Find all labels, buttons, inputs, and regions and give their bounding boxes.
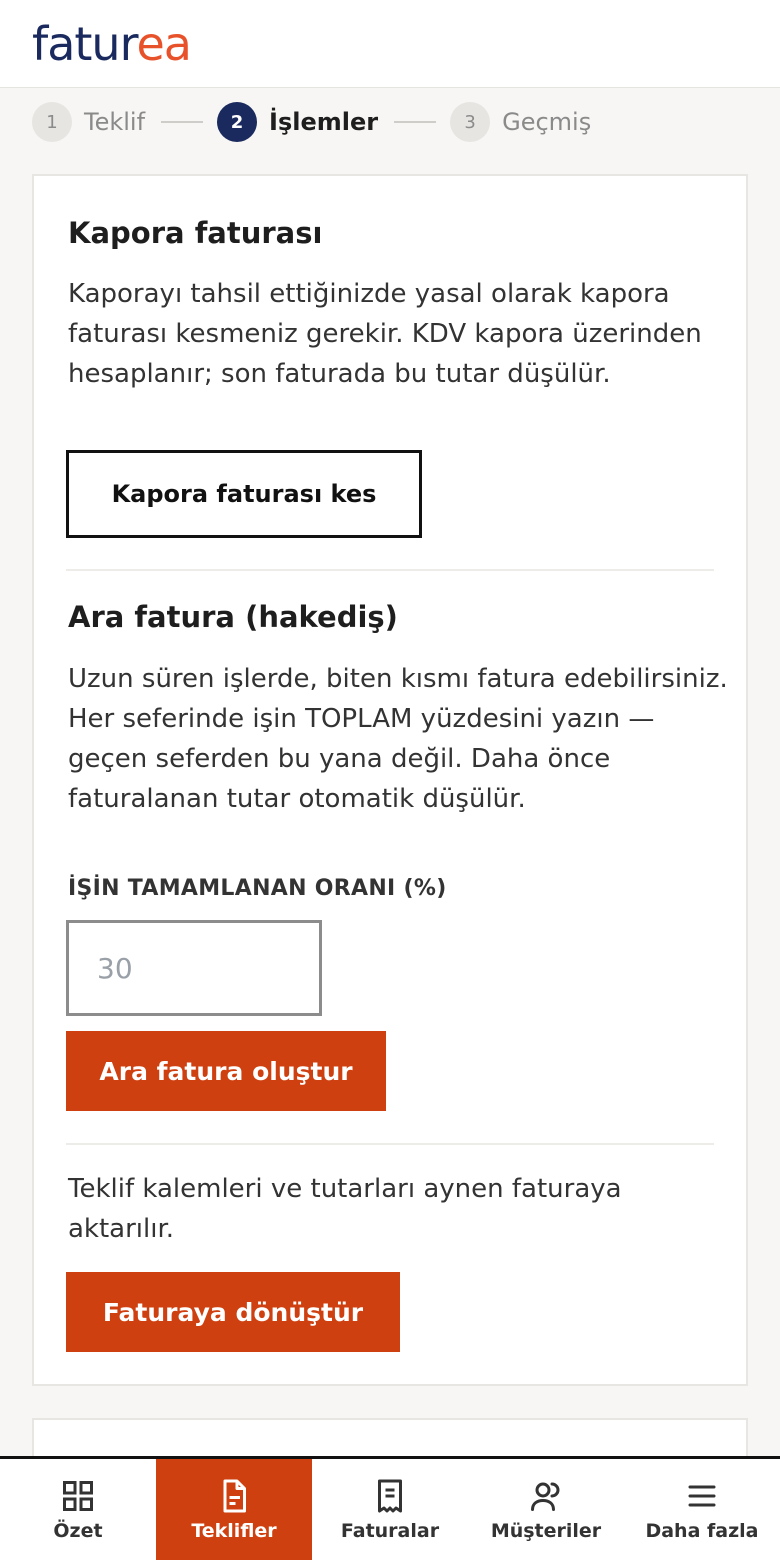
section-divider [66,1143,714,1145]
logo-part-2: ea [136,17,191,71]
section-divider [66,569,714,571]
progress-stepper: 1 Teklif 2 İşlemler 3 Geçmiş [32,101,591,143]
step-label: İşlemler [269,108,379,136]
actions-card: Kapora faturası Kaporayı tahsil ettiğini… [32,174,748,1386]
step-number: 3 [450,102,491,142]
completion-rate-label: İŞİN TAMAMLANAN ORANI (%) [68,876,447,901]
step-connector [161,121,204,123]
bottom-navigation: Özet Teklifler Faturalar Müşteriler Daha… [0,1456,780,1560]
logo-part-1: fatur [32,17,137,71]
menu-icon [688,1485,716,1506]
convert-description: Teklif kalemleri ve tutarları aynen fatu… [68,1174,622,1244]
create-interim-invoice-button[interactable]: Ara fatura oluştur [66,1031,386,1111]
nav-label: Müşteriler [490,1519,602,1542]
ara-fatura-description: Uzun süren işlerde, biten kısmı fatura e… [68,664,728,814]
nav-teklifler[interactable]: Teklifler [156,1459,312,1560]
users-icon [531,1482,560,1511]
faturea-logo[interactable]: faturea [32,14,192,74]
document-icon [223,1479,246,1512]
app-header: faturea [0,0,780,88]
receipt-icon [378,1479,402,1512]
nav-label: Özet [53,1519,103,1542]
nav-daha-fazla[interactable]: Daha fazla [624,1459,780,1560]
step-connector [394,121,437,123]
kapora-description: Kaporayı tahsil ettiğinizde yasal olarak… [68,279,702,389]
kapora-invoice-button[interactable]: Kapora faturası kes [66,450,422,538]
nav-label: Teklifler [191,1519,277,1542]
grid-icon [63,1480,93,1511]
step-islemler[interactable]: 2 İşlemler [217,102,378,142]
step-number: 2 [217,102,258,142]
step-label: Geçmiş [502,108,592,136]
nav-ozet[interactable]: Özet [0,1459,156,1560]
nav-label: Daha fazla [645,1519,759,1542]
step-label: Teklif [84,108,146,136]
nav-musteriler[interactable]: Müşteriler [468,1459,624,1560]
step-gecmis[interactable]: 3 Geçmiş [450,102,591,142]
completion-rate-input[interactable] [66,920,322,1016]
nav-faturalar[interactable]: Faturalar [312,1459,468,1560]
step-teklif[interactable]: 1 Teklif [32,102,145,142]
ara-fatura-title: Ara fatura (hakediş) [68,600,398,634]
kapora-title: Kapora faturası [68,216,323,250]
step-number: 1 [32,102,72,142]
convert-to-invoice-button[interactable]: Faturaya dönüştür [66,1272,400,1352]
nav-label: Faturalar [340,1519,440,1542]
